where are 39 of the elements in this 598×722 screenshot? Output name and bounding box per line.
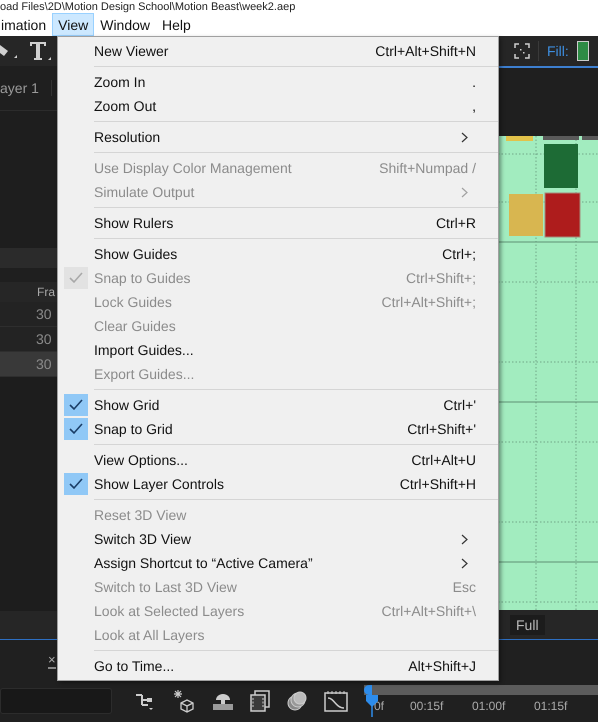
menu-item[interactable]: View Options... Ctrl+Alt+U bbox=[58, 448, 498, 472]
menu-item[interactable]: Show Rulers Ctrl+R bbox=[58, 211, 498, 235]
menu-item[interactable]: Show Layer Controls Ctrl+Shift+H bbox=[58, 472, 498, 496]
resolution-dropdown[interactable]: Full bbox=[510, 614, 545, 634]
mushroom-icon[interactable] bbox=[212, 691, 234, 711]
menu-item[interactable]: Assign Shortcut to “Active Camera” bbox=[58, 551, 498, 575]
menu-bar-item[interactable]: imation bbox=[0, 13, 52, 36]
menu-item[interactable]: Show Guides Ctrl+; bbox=[58, 242, 498, 266]
window-title: oad Files\2D\Motion Design School\Motion Beast\week2.aep bbox=[0, 0, 296, 12]
menu-bar-item[interactable]: Help bbox=[156, 13, 197, 36]
time-tick-label: 01:00f bbox=[472, 699, 506, 713]
menu-item[interactable]: Resolution bbox=[58, 125, 498, 149]
table-cell: 30 bbox=[36, 356, 52, 372]
panel-tab[interactable]: ayer 1 bbox=[0, 80, 52, 96]
menu-item[interactable]: Zoom In . bbox=[58, 70, 498, 94]
fill-swatch[interactable] bbox=[576, 41, 589, 61]
menu-bar-item[interactable]: Window bbox=[94, 13, 156, 36]
menu-item[interactable]: Go to Time... Alt+Shift+J bbox=[58, 654, 498, 678]
work-area-handle[interactable] bbox=[364, 685, 372, 695]
menu-item[interactable]: New Viewer Ctrl+Alt+Shift+N bbox=[58, 39, 498, 63]
table-cell: 30 bbox=[36, 306, 52, 322]
menu-item[interactable]: Snap to Grid Ctrl+Shift+' bbox=[58, 417, 498, 441]
column-header[interactable]: Fra bbox=[37, 285, 55, 299]
fill-label: Fill: bbox=[547, 43, 569, 59]
time-tick-label: 01:15f bbox=[534, 699, 568, 713]
menu-item[interactable]: Import Guides... bbox=[58, 338, 498, 362]
time-tick-label: 00:15f bbox=[410, 699, 444, 713]
circles-icon[interactable] bbox=[286, 690, 308, 712]
text-tool-icon[interactable] bbox=[28, 40, 52, 62]
sparkle-cube-icon[interactable] bbox=[172, 689, 196, 713]
film-strip-icon[interactable] bbox=[250, 690, 270, 712]
menu-item[interactable]: Show Grid Ctrl+' bbox=[58, 393, 498, 417]
menu-item[interactable]: Zoom Out , bbox=[58, 94, 498, 118]
menu-item[interactable]: Switch 3D View bbox=[58, 527, 498, 551]
menu-bar-item[interactable]: View bbox=[52, 13, 94, 36]
table-cell: 30 bbox=[36, 331, 52, 347]
graph-editor-icon[interactable] bbox=[324, 690, 348, 712]
fullscreen-icon[interactable] bbox=[514, 43, 530, 59]
hierarchy-icon[interactable] bbox=[134, 691, 156, 711]
